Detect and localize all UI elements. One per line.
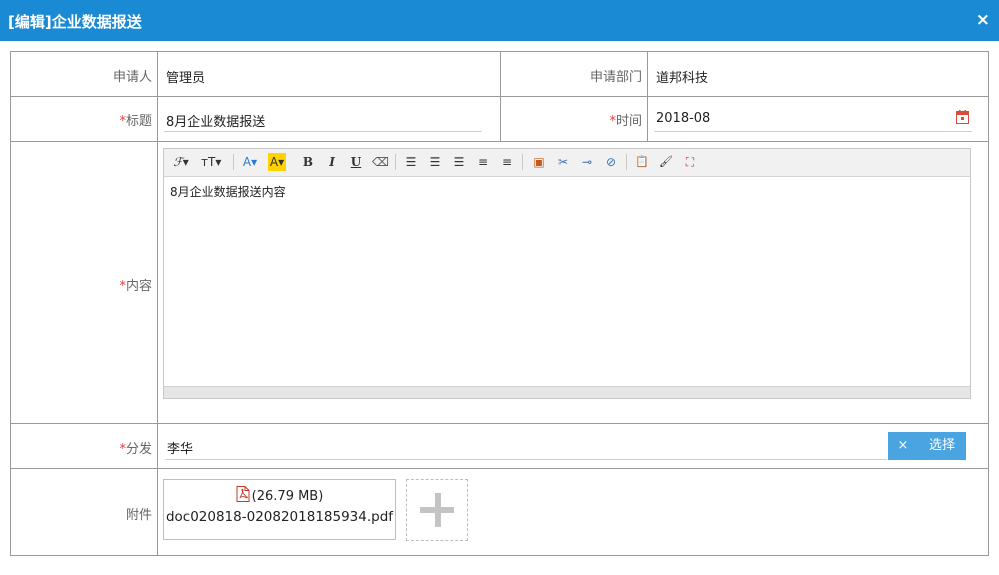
time-label: *时间 bbox=[501, 110, 642, 129]
time-input[interactable]: 2018-08 bbox=[656, 111, 710, 126]
dialog-header: [编辑]企业数据报送 × bbox=[0, 0, 999, 41]
highlight-color-button[interactable]: A▾ bbox=[268, 153, 286, 171]
align-left-icon[interactable]: ☰ bbox=[403, 153, 419, 171]
distribution-label-text: 分发 bbox=[125, 442, 152, 457]
align-right-icon[interactable]: ☰ bbox=[451, 153, 467, 171]
close-icon[interactable]: × bbox=[976, 10, 990, 30]
attachment-label-text: 附件 bbox=[125, 508, 152, 523]
content-label-text: 内容 bbox=[125, 279, 152, 294]
edit-form: 申请人 管理员 申请部门 道邦科技 *标题 8月企业数据报送 *时间 2018-… bbox=[10, 51, 989, 556]
subject-label-text: 标题 bbox=[125, 114, 152, 129]
insert-image-icon[interactable]: ▣ bbox=[531, 153, 547, 171]
font-size-button[interactable]: тT▾ bbox=[201, 153, 221, 171]
department-value: 道邦科技 bbox=[656, 71, 709, 86]
time-label-text: 时间 bbox=[615, 114, 642, 129]
eraser-icon[interactable]: ⌫ bbox=[372, 153, 389, 171]
subject-input[interactable]: 8月企业数据报送 bbox=[166, 111, 265, 130]
select-button[interactable]: 选择 bbox=[918, 432, 966, 460]
clear-button[interactable]: × bbox=[888, 432, 918, 460]
attachment-label: 附件 bbox=[11, 504, 152, 523]
toolbar-separator bbox=[395, 154, 396, 170]
applicant-label-text: 申请人 bbox=[112, 70, 152, 85]
underline-button[interactable]: U bbox=[348, 153, 364, 171]
column-divider bbox=[647, 52, 648, 141]
font-family-button[interactable]: ℱ▾ bbox=[173, 153, 189, 171]
content-label: *内容 bbox=[11, 275, 152, 294]
distribution-input[interactable]: 李华 bbox=[165, 434, 887, 460]
subject-input-underline bbox=[164, 131, 482, 132]
file-name: doc020818-02082018185934.pdf bbox=[165, 509, 394, 525]
column-divider bbox=[157, 52, 158, 555]
pdf-icon bbox=[236, 486, 250, 502]
attachment-file-card[interactable]: (26.79 MB) doc020818-02082018185934.pdf bbox=[163, 479, 396, 540]
toolbar-separator bbox=[233, 154, 234, 170]
distribution-label: *分发 bbox=[11, 438, 152, 457]
subject-label: *标题 bbox=[11, 110, 152, 129]
file-size: (26.79 MB) bbox=[251, 489, 324, 504]
fullscreen-icon[interactable]: ⛶ bbox=[682, 153, 698, 171]
cut-icon[interactable]: ✂ bbox=[555, 153, 571, 171]
unlink-icon[interactable]: ⊘ bbox=[603, 153, 619, 171]
font-color-button[interactable]: A▾ bbox=[242, 153, 258, 171]
calendar-icon[interactable] bbox=[956, 110, 969, 124]
applicant-label: 申请人 bbox=[11, 66, 152, 85]
dialog-title: [编辑]企业数据报送 bbox=[8, 13, 142, 31]
department-label-text: 申请部门 bbox=[589, 70, 642, 85]
distribution-value: 李华 bbox=[167, 442, 194, 457]
editor-toolbar: ℱ▾ тT▾ A▾ A▾ B I U ⌫ ☰ ☰ ☰ ≡ ≡ ▣ ✂ ⊸ ⊘ 📋… bbox=[164, 149, 970, 177]
italic-button[interactable]: I bbox=[324, 153, 340, 171]
ordered-list-icon[interactable]: ≡ bbox=[475, 153, 491, 171]
paste-icon[interactable]: 📋 bbox=[634, 153, 650, 171]
toolbar-separator bbox=[626, 154, 627, 170]
file-size-line: (26.79 MB) bbox=[164, 486, 395, 504]
toolbar-separator bbox=[522, 154, 523, 170]
time-input-underline bbox=[654, 131, 972, 132]
plus-icon bbox=[420, 507, 454, 513]
format-painter-icon[interactable]: 🖌 bbox=[658, 153, 674, 171]
bold-button[interactable]: B bbox=[300, 153, 316, 171]
link-icon[interactable]: ⊸ bbox=[579, 153, 595, 171]
align-center-icon[interactable]: ☰ bbox=[427, 153, 443, 171]
rich-text-editor[interactable]: ℱ▾ тT▾ A▾ A▾ B I U ⌫ ☰ ☰ ☰ ≡ ≡ ▣ ✂ ⊸ ⊘ 📋… bbox=[163, 148, 971, 399]
department-label: 申请部门 bbox=[501, 66, 642, 85]
unordered-list-icon[interactable]: ≡ bbox=[499, 153, 515, 171]
editor-content[interactable]: 8月企业数据报送内容 bbox=[170, 183, 286, 200]
add-attachment-button[interactable] bbox=[406, 479, 468, 541]
applicant-value: 管理员 bbox=[166, 71, 206, 86]
editor-statusbar bbox=[164, 386, 970, 398]
